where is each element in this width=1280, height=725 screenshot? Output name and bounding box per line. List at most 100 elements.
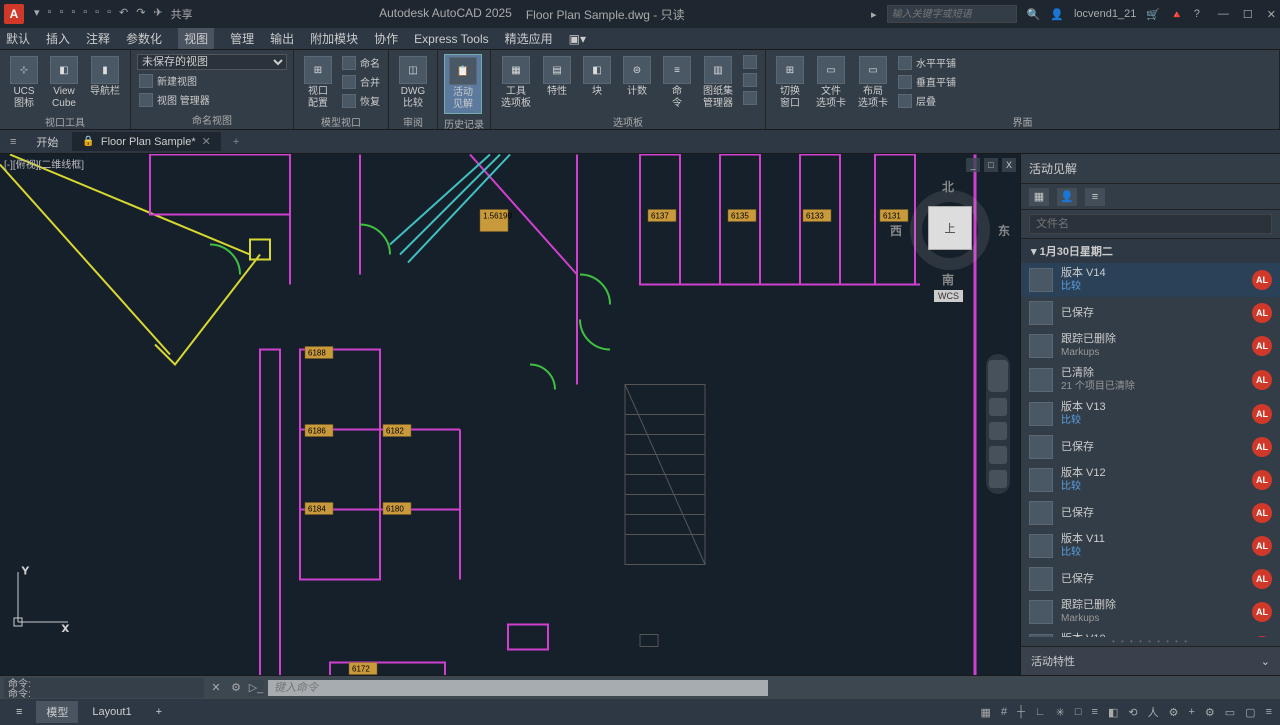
vp-named-button[interactable]: 命名: [340, 54, 382, 71]
panel-title[interactable]: 活动见解: [1021, 154, 1280, 184]
expand-icon[interactable]: ⌄: [1261, 655, 1270, 668]
command-history[interactable]: 命令:命令:命令:: [4, 678, 204, 698]
vp-merge-button[interactable]: 合并: [340, 73, 382, 90]
tab-view[interactable]: 视图: [178, 28, 214, 49]
user-icon[interactable]: 👤: [1050, 8, 1064, 21]
tab-addins[interactable]: 附加模块: [310, 30, 358, 47]
activity-entry[interactable]: 版本 V12比较 AL: [1021, 463, 1280, 497]
orbit-icon[interactable]: [989, 446, 1007, 464]
properties-button[interactable]: ▤特性: [539, 54, 575, 100]
view-manager-button[interactable]: 视图 管理器: [137, 91, 287, 108]
count-button[interactable]: ⊜计数: [619, 54, 655, 100]
tab-insert[interactable]: 插入: [46, 30, 70, 47]
tabs-menu-icon[interactable]: ≡: [4, 136, 22, 148]
qat-plot-icon[interactable]: ▫: [95, 6, 99, 22]
tab-collab[interactable]: 协作: [374, 30, 398, 47]
cmd-options-icon[interactable]: ⚙: [228, 680, 244, 696]
command-button[interactable]: ≡命令: [659, 54, 695, 112]
activity-entry[interactable]: 已保存 AL: [1021, 297, 1280, 329]
tab-output[interactable]: 输出: [270, 30, 294, 47]
tool-palettes-button[interactable]: ▦工具选项板: [497, 54, 535, 112]
view-cube[interactable]: 北 南 东 西 上 WCS: [890, 178, 1010, 288]
status-modelspace-icon[interactable]: ▦: [979, 706, 993, 719]
activity-entry[interactable]: 跟踪已删除Markups AL: [1021, 595, 1280, 629]
minimize-button[interactable]: —: [1218, 8, 1229, 21]
status-gear-icon[interactable]: ⚙: [1167, 706, 1181, 719]
username-label[interactable]: locvend1_21: [1074, 8, 1136, 20]
qat-folder-icon[interactable]: ▫: [59, 6, 63, 22]
saved-view-select[interactable]: 未保存的视图: [137, 54, 287, 70]
qat-undo-icon[interactable]: ↶: [119, 6, 128, 22]
activity-entry[interactable]: 版本 V13比较 AL: [1021, 397, 1280, 431]
navigation-bar[interactable]: [986, 354, 1010, 494]
qat-redo-icon[interactable]: ↷: [136, 6, 145, 22]
new-tab-button[interactable]: +: [225, 136, 247, 148]
cascade-button[interactable]: 层叠: [896, 92, 958, 109]
activity-entry[interactable]: 版本 V10比较 AL: [1021, 629, 1280, 637]
status-workspace-icon[interactable]: ⚙: [1203, 706, 1217, 719]
status-snap-icon[interactable]: ┼: [1015, 706, 1027, 718]
tile-vert-button[interactable]: 垂直平铺: [896, 73, 958, 90]
vp-minimize-icon[interactable]: _: [966, 158, 980, 172]
close-button[interactable]: ✕: [1267, 8, 1276, 21]
activity-entry[interactable]: 已保存 AL: [1021, 497, 1280, 529]
activity-insights-button[interactable]: 📋活动见解: [444, 54, 482, 114]
activity-entry[interactable]: 版本 V14比较 AL: [1021, 263, 1280, 297]
status-annoscale-icon[interactable]: 人: [1146, 704, 1161, 720]
app-logo[interactable]: A: [4, 4, 24, 24]
ucs-icon-button[interactable]: ⊹UCS图标: [6, 54, 42, 112]
viewport-label[interactable]: [-][俯视][二维线框]: [4, 156, 84, 171]
qat-print-icon[interactable]: ▫: [107, 6, 111, 22]
status-menu-icon[interactable]: ≡: [6, 703, 32, 721]
drawing-tab[interactable]: 🔒 Floor Plan Sample* ✕: [72, 132, 220, 151]
tab-param[interactable]: 参数化: [126, 30, 162, 47]
viewcube-north[interactable]: 北: [942, 178, 954, 195]
showmotion-icon[interactable]: [989, 470, 1007, 488]
ucs-origin-icon[interactable]: YX: [8, 562, 78, 635]
viewcube-south[interactable]: 南: [942, 271, 954, 288]
cart-icon[interactable]: 🛒: [1146, 8, 1160, 21]
apps-icon[interactable]: 🔺: [1170, 8, 1184, 21]
status-cycling-icon[interactable]: ⟲: [1126, 706, 1139, 719]
panel-user-icon[interactable]: 👤: [1057, 188, 1077, 206]
cmd-close-icon[interactable]: ✕: [208, 680, 224, 696]
status-transparency-icon[interactable]: ◧: [1106, 706, 1120, 719]
file-tabs-button[interactable]: ▭文件选项卡: [812, 54, 850, 112]
search-input[interactable]: [887, 5, 1017, 23]
resize-grip[interactable]: • • • • • • • • •: [1021, 637, 1280, 646]
status-plus-icon[interactable]: +: [1186, 706, 1196, 718]
qat-new-icon[interactable]: ▾: [34, 6, 40, 22]
new-view-button[interactable]: 新建视图: [137, 72, 287, 89]
status-polar-icon[interactable]: ✳: [1054, 706, 1067, 719]
dwg-compare-button[interactable]: ◫DWG比较: [395, 54, 431, 112]
activity-list[interactable]: ▾ 1月30日星期二 版本 V14比较 AL 已保存 AL 跟踪已删除Marku…: [1021, 239, 1280, 637]
switch-windows-button[interactable]: ⊞切换窗口: [772, 54, 808, 112]
sheetset-button[interactable]: ▥图纸集管理器: [699, 54, 737, 112]
tab-featured[interactable]: 精选应用: [505, 30, 553, 47]
maximize-button[interactable]: ☐: [1243, 8, 1253, 21]
panel-grid-icon[interactable]: ▦: [1029, 188, 1049, 206]
activity-entry[interactable]: 跟踪已删除Markups AL: [1021, 329, 1280, 363]
palette-extra-2[interactable]: [741, 72, 759, 88]
vp-close-icon[interactable]: X: [1002, 158, 1016, 172]
panel-list-icon[interactable]: ≡: [1085, 188, 1105, 206]
activity-entry[interactable]: 已保存 AL: [1021, 431, 1280, 463]
vp-maximize-icon[interactable]: □: [984, 158, 998, 172]
tab-close-icon[interactable]: ✕: [202, 135, 211, 148]
viewport-config-button[interactable]: ⊞视口配置: [300, 54, 336, 112]
help-icon[interactable]: ?: [1194, 8, 1200, 20]
status-osnap-icon[interactable]: □: [1073, 706, 1084, 718]
panel-search-input[interactable]: [1029, 214, 1272, 234]
qat-share-label[interactable]: 共享: [171, 6, 193, 22]
pan-icon[interactable]: [989, 398, 1007, 416]
activity-entry[interactable]: 已清除21 个项目已清除 AL: [1021, 363, 1280, 397]
activity-entry[interactable]: 已保存 AL: [1021, 563, 1280, 595]
search-caret-icon[interactable]: ▸: [871, 8, 877, 21]
command-input[interactable]: [268, 680, 768, 696]
status-grid-icon[interactable]: #: [999, 706, 1009, 718]
viewcube-west[interactable]: 西: [890, 222, 902, 239]
viewcube-top[interactable]: 上: [928, 206, 972, 250]
status-customize-icon[interactable]: ≡: [1264, 706, 1274, 718]
qat-open-icon[interactable]: ▫: [48, 6, 52, 22]
status-ortho-icon[interactable]: ∟: [1033, 706, 1048, 718]
